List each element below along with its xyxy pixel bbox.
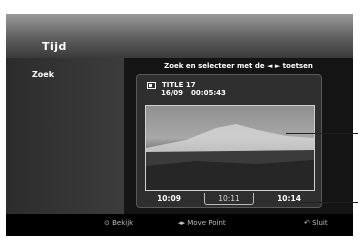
- time-thumb-2-selected[interactable]: 10:11: [204, 193, 254, 205]
- return-icon: ↶: [304, 219, 310, 227]
- footer-help-bar: ⊙ Bekijk ◂▸ Move Point ↶ Sluit: [6, 214, 353, 236]
- video-preview: [145, 105, 315, 191]
- title-name: TITLE 17: [162, 81, 196, 89]
- callout-tick-timeline: [201, 196, 202, 206]
- footer-close-label: Sluit: [312, 219, 328, 227]
- footer-move-label: Move Point: [187, 219, 226, 227]
- time-thumb-1[interactable]: 10:09: [145, 193, 193, 204]
- instruction-text: Zoek en selecteer met de ◄ ► toetsen: [164, 62, 313, 70]
- title-duration: 00:05:43: [191, 89, 226, 97]
- title-date: 16/09: [161, 89, 184, 97]
- search-panel: Zoek en selecteer met de ◄ ► toetsen TIT…: [124, 58, 353, 214]
- footer-view: ⊙ Bekijk: [104, 219, 133, 227]
- sidebar-item-zoek[interactable]: Zoek: [32, 70, 54, 79]
- title-preview-panel: TITLE 17 16/09 00:05:43 10:09 10:11 10:1…: [136, 74, 322, 208]
- footer-view-label: Bekijk: [112, 219, 134, 227]
- footer-close: ↶ Sluit: [304, 219, 328, 227]
- callout-line-video: [286, 133, 358, 134]
- left-right-arrows-icon: ◂▸: [178, 219, 186, 227]
- callout-line-timeline: [300, 202, 358, 203]
- menu-title-bar: Tijd: [6, 14, 353, 58]
- mountain-scene-image: [146, 124, 314, 190]
- menu-title: Tijd: [42, 40, 67, 53]
- title-icon: [147, 81, 156, 89]
- sidebar: Zoek: [6, 58, 124, 214]
- circle-button-icon: ⊙: [104, 219, 110, 227]
- footer-move: ◂▸ Move Point: [178, 219, 226, 227]
- title-info: TITLE 17 16/09 00:05:43: [147, 81, 226, 97]
- time-thumbnails: 10:09 10:11 10:14: [145, 193, 313, 205]
